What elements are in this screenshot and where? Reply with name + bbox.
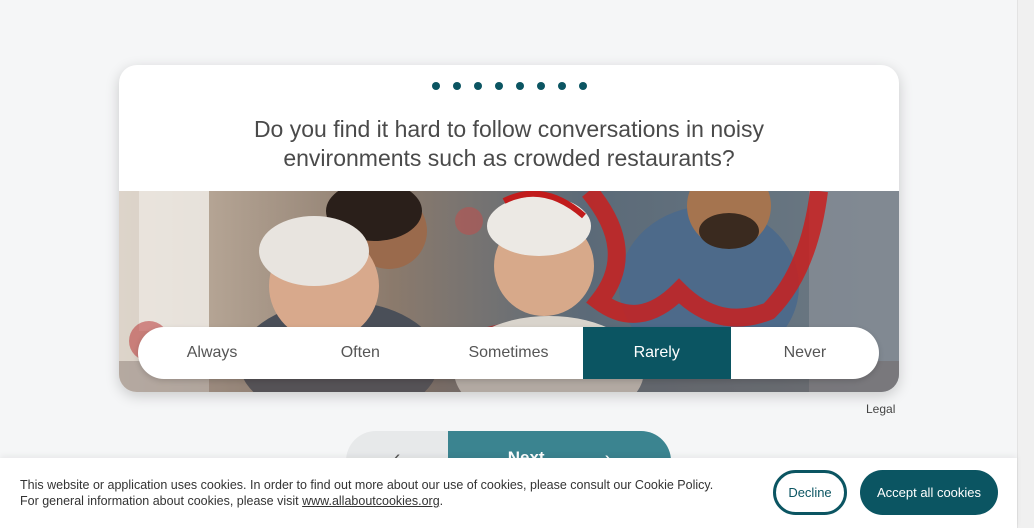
progress-dots [119, 82, 899, 90]
allaboutcookies-link[interactable]: www.allaboutcookies.org [302, 494, 440, 508]
progress-dot [473, 82, 482, 90]
option-rarely[interactable]: Rarely [582, 327, 731, 379]
decline-cookies-button[interactable]: Decline [773, 470, 847, 515]
option-sometimes[interactable]: Sometimes [434, 327, 582, 379]
option-never[interactable]: Never [731, 327, 879, 379]
question-card: Do you find it hard to follow conversati… [119, 65, 899, 392]
cookie-text-part2: . [439, 494, 444, 508]
option-often[interactable]: Often [286, 327, 434, 379]
accept-all-cookies-button[interactable]: Accept all cookies [860, 470, 998, 515]
progress-dot [578, 82, 587, 90]
cookie-message: This website or application uses cookies… [20, 477, 720, 509]
page-scrollbar[interactable] [1017, 0, 1034, 528]
legal-link[interactable]: Legal [866, 402, 895, 416]
progress-dot [452, 82, 461, 90]
progress-dot [557, 82, 566, 90]
progress-dot [536, 82, 545, 90]
question-text: Do you find it hard to follow conversati… [179, 115, 839, 173]
progress-dot [494, 82, 503, 90]
progress-dot [515, 82, 524, 90]
cookie-banner: This website or application uses cookies… [0, 458, 1017, 528]
progress-dot [431, 82, 440, 90]
option-always[interactable]: Always [138, 327, 286, 379]
answer-options: Always Often Sometimes Rarely Never [138, 327, 879, 379]
question-line-2: environments such as crowded restaurants… [283, 145, 735, 171]
question-line-1: Do you find it hard to follow conversati… [253, 116, 765, 142]
